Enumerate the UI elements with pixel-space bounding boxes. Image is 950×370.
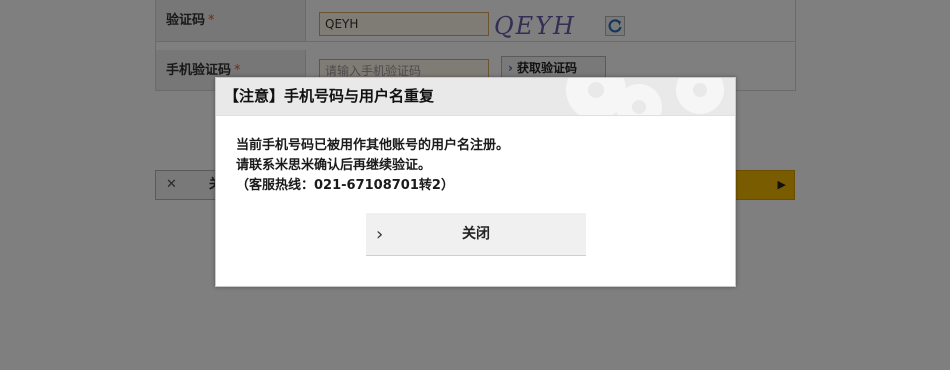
close-button-label: 关闭 [462,226,490,242]
notice-dialog: 【注意】手机号码与用户名重复 当前手机号码已被用作其他账号的用户名注册。 请联系… [215,77,736,287]
gear-decoration [676,78,724,114]
gear-decoration [616,84,662,115]
dialog-title: 【注意】手机号码与用户名重复 [224,87,435,105]
message-line: （客服热线：021-67108701转2） [236,178,454,193]
message-line: 请联系米思米确认后再继续验证。 [236,158,432,173]
dialog-header: 【注意】手机号码与用户名重复 [216,78,735,116]
dialog-message: 当前手机号码已被用作其他账号的用户名注册。 请联系米思米确认后再继续验证。 （客… [236,136,716,196]
message-line: 当前手机号码已被用作其他账号的用户名注册。 [236,138,510,153]
close-button[interactable]: › 关闭 [366,213,586,256]
